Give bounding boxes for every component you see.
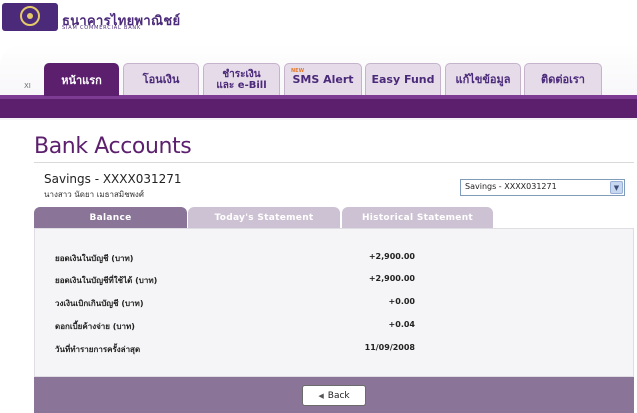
balance-row: วันที่ทำรายการครั้งล่าสุด 11/09/2008: [55, 343, 415, 357]
tab-bill-payment-label-1: ชำระเงิน: [222, 68, 261, 80]
tab-transfer-label: โอนเงิน: [142, 73, 180, 86]
title-divider: [34, 162, 634, 163]
back-arrow-icon: ◀: [318, 391, 324, 400]
tab-bill-payment-label-2: และ e-Bill: [216, 79, 267, 91]
balance-row-label: ยอดเงินในบัญชีที่ใช้ได้ (บาท): [55, 276, 158, 285]
tab-easy-fund[interactable]: Easy Fund: [365, 63, 441, 95]
new-badge: NEW: [291, 68, 305, 74]
subtab-historical-statement-label: Historical Statement: [361, 212, 474, 223]
scb-logo[interactable]: [2, 3, 58, 31]
page-title: Bank Accounts: [34, 134, 192, 159]
tab-sms-alert[interactable]: NEW SMS Alert: [284, 63, 362, 95]
nav-close[interactable]: XI: [24, 82, 31, 90]
balance-panel: ยอดเงินในบัญชี (บาท) +2,900.00 ยอดเงินใน…: [34, 228, 634, 377]
subtab-todays-statement[interactable]: Today's Statement: [188, 207, 340, 228]
tab-bill-payment[interactable]: ชำระเงิน และ e-Bill: [203, 63, 280, 95]
bank-name-english: SIAM COMMERCIAL BANK: [62, 25, 142, 31]
tab-home-label: หน้าแรก: [61, 73, 102, 87]
header: ธนาคารไทยพาณิชย์ SIAM COMMERCIAL BANK: [0, 0, 637, 40]
balance-row-label: วงเงินเบิกเกินบัญชี (บาท): [55, 299, 144, 308]
back-button-label: Back: [327, 390, 350, 401]
account-select[interactable]: Savings - XXXX031271 ▼: [460, 179, 625, 196]
tab-contact-us[interactable]: ติดต่อเรา: [524, 63, 602, 95]
scb-emblem-icon: [20, 6, 40, 26]
balance-row: ยอดเงินในบัญชี (บาท) +2,900.00: [55, 252, 415, 266]
subtab-balance-label: Balance: [89, 212, 132, 223]
account-name: Savings - XXXX031271: [44, 172, 182, 186]
subtab-balance[interactable]: Balance: [34, 207, 187, 228]
balance-row-value: +0.00: [388, 297, 415, 306]
balance-row-value: +0.04: [388, 320, 415, 329]
tab-home[interactable]: หน้าแรก: [44, 63, 119, 96]
chevron-down-icon[interactable]: ▼: [610, 181, 623, 194]
balance-row: วงเงินเบิกเกินบัญชี (บาท) +0.00: [55, 297, 415, 311]
tab-transfer[interactable]: โอนเงิน: [123, 63, 199, 95]
balance-row-label: ดอกเบี้ยค้างจ่าย (บาท): [55, 322, 135, 331]
tab-edit-profile-label: แก้ไขข้อมูล: [455, 73, 511, 86]
back-button[interactable]: ◀ Back: [302, 385, 366, 406]
account-select-value: Savings - XXXX031271: [465, 182, 557, 191]
balance-row-label: วันที่ทำรายการครั้งล่าสุด: [55, 345, 141, 354]
balance-row-label: ยอดเงินในบัญชี (บาท): [55, 254, 134, 263]
tab-contact-us-label: ติดต่อเรา: [541, 73, 585, 86]
subtab-historical-statement[interactable]: Historical Statement: [342, 207, 493, 228]
balance-row: ยอดเงินในบัญชีที่ใช้ได้ (บาท) +2,900.00: [55, 274, 415, 288]
balance-row-value: 11/09/2008: [364, 343, 415, 352]
subtab-todays-statement-label: Today's Statement: [214, 212, 314, 223]
balance-row-value: +2,900.00: [368, 252, 415, 261]
balance-row-value: +2,900.00: [368, 274, 415, 283]
account-holder: นางสาว นัดยา เมธาสมิชพงศ์: [44, 190, 144, 199]
tab-edit-profile[interactable]: แก้ไขข้อมูล: [445, 63, 521, 95]
tab-easy-fund-label: Easy Fund: [371, 73, 435, 86]
balance-row: ดอกเบี้ยค้างจ่าย (บาท) +0.04: [55, 320, 415, 334]
